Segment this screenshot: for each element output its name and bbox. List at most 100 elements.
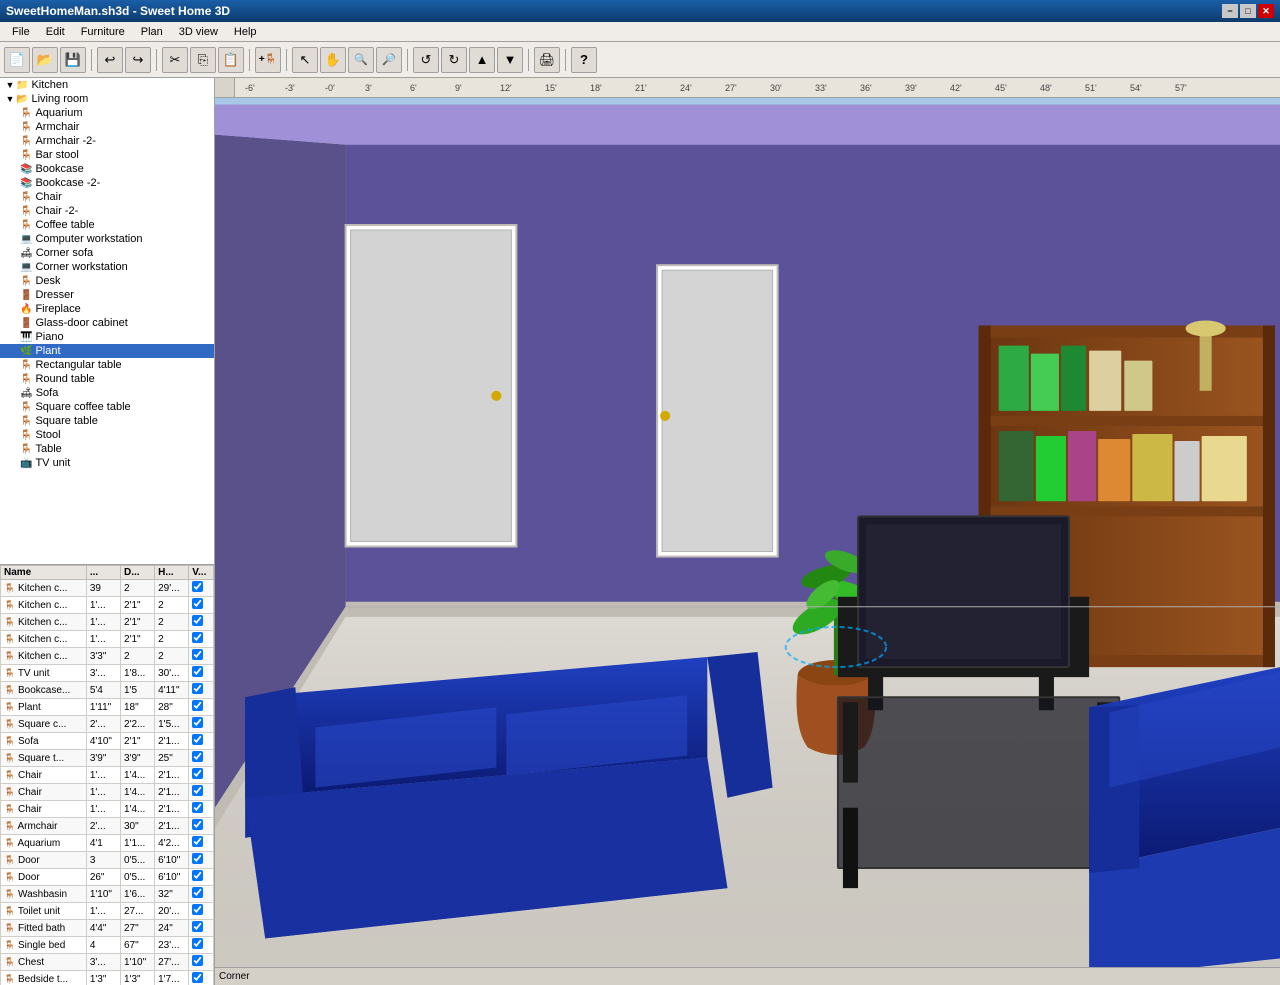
prop-visible[interactable] xyxy=(189,665,214,682)
prop-visible[interactable] xyxy=(189,954,214,971)
save-button[interactable]: 💾 xyxy=(60,47,86,73)
table-row[interactable]: 🪑 Chest 3'... 1'10" 27'... xyxy=(1,954,214,971)
prop-visible[interactable] xyxy=(189,648,214,665)
table-row[interactable]: 🪑 Plant 1'11" 18" 28" xyxy=(1,699,214,716)
menu-help[interactable]: Help xyxy=(226,24,265,40)
tree-item-fireplace[interactable]: 🔥 Fireplace xyxy=(0,302,214,316)
zoom-out-button[interactable]: 🔎 xyxy=(376,47,402,73)
table-row[interactable]: 🪑 Kitchen c... 1'... 2'1" 2 xyxy=(1,597,214,614)
table-row[interactable]: 🪑 Bedside t... 1'3" 1'3" 1'7... xyxy=(1,971,214,985)
tree-item-chair2[interactable]: 🪑 Chair -2- xyxy=(0,204,214,218)
table-row[interactable]: 🪑 Chair 1'... 1'4... 2'1... xyxy=(1,767,214,784)
tree-item-armchair2[interactable]: 🪑 Armchair -2- xyxy=(0,134,214,148)
add-furniture-button[interactable]: +🪑 xyxy=(255,47,281,73)
tree-item-dresser[interactable]: 🚪 Dresser xyxy=(0,288,214,302)
tree-item-bookcase[interactable]: 📚 Bookcase xyxy=(0,162,214,176)
expand-kitchen[interactable]: ▼ xyxy=(4,80,16,90)
tree-item-squarecoffeetable[interactable]: 🪑 Square coffee table xyxy=(0,400,214,414)
print-button[interactable]: 🖨 xyxy=(534,47,560,73)
col-height[interactable]: H... xyxy=(155,566,189,580)
table-row[interactable]: 🪑 Kitchen c... 1'... 2'1" 2 xyxy=(1,614,214,631)
tree-item-cornersofa[interactable]: 🛋 Corner sofa xyxy=(0,246,214,260)
tree-item-chair[interactable]: 🪑 Chair xyxy=(0,190,214,204)
table-row[interactable]: 🪑 Aquarium 4'1 1'1... 4'2... xyxy=(1,835,214,852)
prop-visible[interactable] xyxy=(189,886,214,903)
table-row[interactable]: 🪑 Door 3 0'5... 6'10" xyxy=(1,852,214,869)
table-row[interactable]: 🪑 Square t... 3'9" 3'9" 25" xyxy=(1,750,214,767)
table-row[interactable]: 🪑 Chair 1'... 1'4... 2'1... xyxy=(1,784,214,801)
table-row[interactable]: 🪑 Square c... 2'... 2'2... 1'5... xyxy=(1,716,214,733)
tree-item-livingroom[interactable]: ▼ 📂 Living room xyxy=(0,92,214,106)
prop-visible[interactable] xyxy=(189,733,214,750)
rotate-camera-down-button[interactable]: ▼ xyxy=(497,47,523,73)
menu-edit[interactable]: Edit xyxy=(38,24,73,40)
properties-panel[interactable]: Name ... D... H... V... 🪑 Kitchen c... 3… xyxy=(0,565,214,985)
prop-visible[interactable] xyxy=(189,903,214,920)
table-row[interactable]: 🪑 Washbasin 1'10" 1'6... 32" xyxy=(1,886,214,903)
tree-item-computerworkstation[interactable]: 💻 Computer workstation xyxy=(0,232,214,246)
prop-visible[interactable] xyxy=(189,767,214,784)
tree-item-bookcase2[interactable]: 📚 Bookcase -2- xyxy=(0,176,214,190)
3d-view[interactable]: -6' -3' -0' 3' 6' 9' 12' 15' 18' 21' 24'… xyxy=(215,78,1280,985)
furniture-tree[interactable]: ▼ 📁 Kitchen ▼ 📂 Living room 🪑 Aquarium 🪑… xyxy=(0,78,214,565)
table-row[interactable]: 🪑 Door 26" 0'5... 6'10" xyxy=(1,869,214,886)
table-row[interactable]: 🪑 Chair 1'... 1'4... 2'1... xyxy=(1,801,214,818)
new-button[interactable]: 📄 xyxy=(4,47,30,73)
table-row[interactable]: 🪑 Toilet unit 1'... 27... 20'... xyxy=(1,903,214,920)
menu-plan[interactable]: Plan xyxy=(133,24,171,40)
table-row[interactable]: 🪑 Kitchen c... 1'... 2'1" 2 xyxy=(1,631,214,648)
redo-button[interactable]: ↪ xyxy=(125,47,151,73)
tree-item-plant[interactable]: 🌿 Plant xyxy=(0,344,214,358)
tree-item-sofa[interactable]: 🛋 Sofa xyxy=(0,386,214,400)
prop-visible[interactable] xyxy=(189,597,214,614)
tree-item-piano[interactable]: 🎹 Piano xyxy=(0,330,214,344)
prop-visible[interactable] xyxy=(189,716,214,733)
prop-visible[interactable] xyxy=(189,801,214,818)
paste-button[interactable]: 📋 xyxy=(218,47,244,73)
col-name[interactable]: Name xyxy=(1,566,87,580)
tree-item-rectangulartable[interactable]: 🪑 Rectangular table xyxy=(0,358,214,372)
prop-visible[interactable] xyxy=(189,818,214,835)
prop-visible[interactable] xyxy=(189,920,214,937)
prop-visible[interactable] xyxy=(189,869,214,886)
close-button[interactable]: ✕ xyxy=(1258,4,1274,18)
tree-item-table[interactable]: 🪑 Table xyxy=(0,442,214,456)
tree-item-aquarium[interactable]: 🪑 Aquarium xyxy=(0,106,214,120)
undo-button[interactable]: ↩ xyxy=(97,47,123,73)
prop-visible[interactable] xyxy=(189,750,214,767)
open-button[interactable]: 📂 xyxy=(32,47,58,73)
prop-visible[interactable] xyxy=(189,971,214,985)
col-width[interactable]: ... xyxy=(86,566,120,580)
tree-item-coffeetable[interactable]: 🪑 Coffee table xyxy=(0,218,214,232)
cut-button[interactable]: ✂ xyxy=(162,47,188,73)
table-row[interactable]: 🪑 Kitchen c... 39 2 29'... xyxy=(1,580,214,597)
copy-button[interactable]: ⎘ xyxy=(190,47,216,73)
table-row[interactable]: 🪑 Sofa 4'10" 2'1" 2'1... xyxy=(1,733,214,750)
select-button[interactable]: ↖ xyxy=(292,47,318,73)
tree-item-barstool[interactable]: 🪑 Bar stool xyxy=(0,148,214,162)
tree-item-roundtable[interactable]: 🪑 Round table xyxy=(0,372,214,386)
pan-button[interactable]: ✋ xyxy=(320,47,346,73)
prop-visible[interactable] xyxy=(189,835,214,852)
tree-item-cornerworkstation[interactable]: 💻 Corner workstation xyxy=(0,260,214,274)
prop-visible[interactable] xyxy=(189,682,214,699)
tree-item-tvunit[interactable]: 📺 TV unit xyxy=(0,456,214,470)
prop-visible[interactable] xyxy=(189,937,214,954)
col-visible[interactable]: V... xyxy=(189,566,214,580)
menu-furniture[interactable]: Furniture xyxy=(73,24,133,40)
prop-visible[interactable] xyxy=(189,614,214,631)
tree-item-stool[interactable]: 🪑 Stool xyxy=(0,428,214,442)
table-row[interactable]: 🪑 Kitchen c... 3'3" 2 2 xyxy=(1,648,214,665)
tree-item-squaretable[interactable]: 🪑 Square table xyxy=(0,414,214,428)
minimize-button[interactable]: − xyxy=(1222,4,1238,18)
table-row[interactable]: 🪑 Armchair 2'... 30" 2'1... xyxy=(1,818,214,835)
tree-item-armchair[interactable]: 🪑 Armchair xyxy=(0,120,214,134)
maximize-button[interactable]: □ xyxy=(1240,4,1256,18)
tree-item-kitchen[interactable]: ▼ 📁 Kitchen xyxy=(0,78,214,92)
help-button[interactable]: ? xyxy=(571,47,597,73)
table-row[interactable]: 🪑 Bookcase... 5'4 1'5 4'11" xyxy=(1,682,214,699)
prop-visible[interactable] xyxy=(189,699,214,716)
prop-visible[interactable] xyxy=(189,852,214,869)
rotate-camera-left-button[interactable]: ↺ xyxy=(413,47,439,73)
menu-3dview[interactable]: 3D view xyxy=(171,24,226,40)
